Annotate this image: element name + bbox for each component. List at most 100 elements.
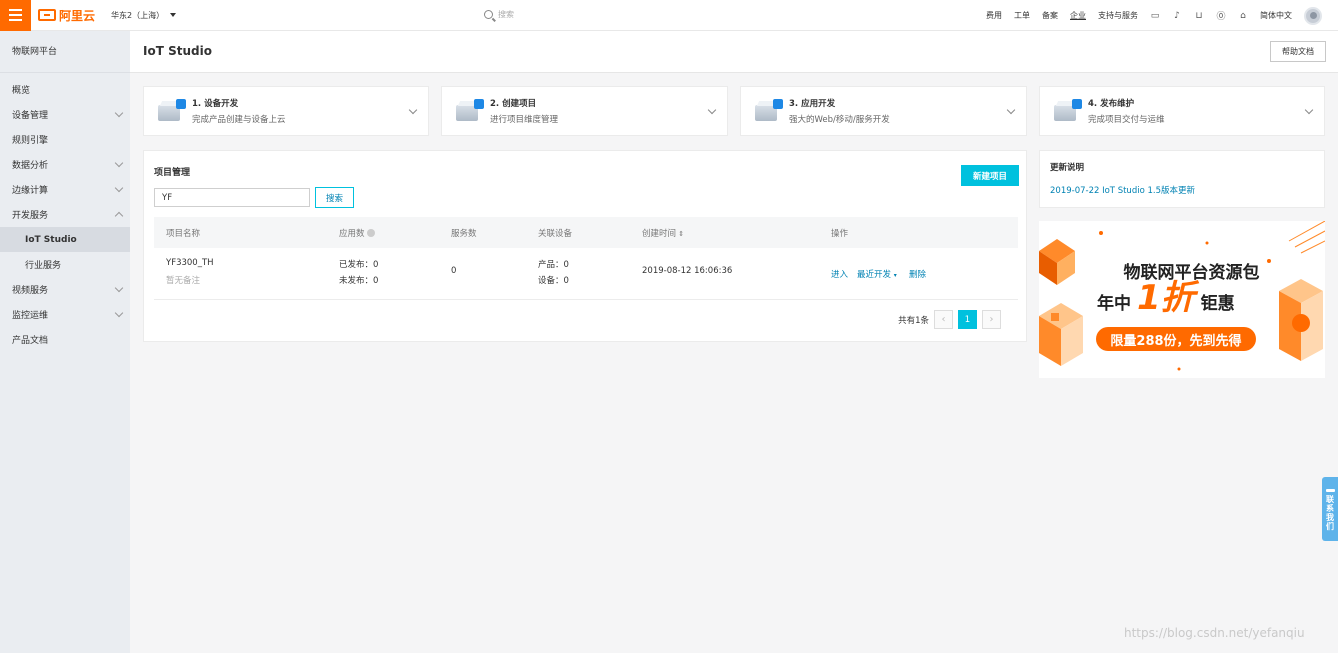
update-notes-card: 更新说明 2019-07-22 IoT Studio 1.5版本更新 [1039,150,1325,208]
project-search-input[interactable] [154,188,310,207]
terminal-icon[interactable]: ▭ [1150,11,1160,21]
chevron-down-icon [114,308,124,318]
contact-us-tab[interactable]: 联 系 我 们 [1322,477,1338,541]
contact-char: 我 [1326,513,1334,522]
recent-dev-dropdown[interactable]: 最近开发 ▾ [857,268,897,280]
step-card-publish-maintain[interactable]: 4. 发布维护 完成项目交付与运维 [1039,86,1325,136]
chevron-down-icon [114,183,124,193]
col-app-count: 应用数 [339,227,375,239]
info-icon[interactable] [366,229,375,237]
chat-icon [1325,489,1335,492]
help-docs-button[interactable]: 帮助文档 [1270,41,1326,62]
sidebar-item-edge-computing[interactable]: 边缘计算 [0,177,130,202]
chevron-down-icon [707,105,717,115]
menu-billing[interactable]: 费用 [986,10,1002,21]
project-name: YF3300_TH [166,258,214,268]
chevron-down-icon [114,283,124,293]
sidebar-item-dev-services[interactable]: 开发服务 [0,202,130,227]
col-linked-devices: 关联设备 [538,229,573,239]
sidebar-item-label: 行业服务 [25,261,62,271]
caret-down-icon: ▾ [893,272,897,279]
delete-link[interactable]: 删除 [909,268,926,280]
col-created-time-label: 创建时间 [642,229,677,239]
apps-published: 已发布：0 [339,260,379,270]
aliyun-logo[interactable]: 阿里云 [38,7,95,24]
sidebar-title: 物联网平台 [0,31,130,73]
sidebar-item-rule-engine[interactable]: 规则引擎 [0,127,130,152]
enter-link[interactable]: 进入 [831,268,848,280]
global-search-placeholder: 搜索 [498,10,514,19]
region-selector[interactable]: 华东2（上海） [111,10,177,21]
banner-pill: 限量288份，先到先得 [1096,327,1256,351]
contact-char: 联 [1326,495,1334,504]
step-desc: 完成产品创建与设备上云 [192,115,286,125]
search-icon [484,10,493,19]
sidebar-item-video-services[interactable]: 视频服务 [0,277,130,302]
logo-text: 阿里云 [59,8,96,23]
sidebar-item-label: IoT Studio [25,234,77,245]
banner-discount: 1折 [1137,278,1195,318]
sidebar-item-monitoring[interactable]: 监控运维 [0,302,130,327]
banner-prefix: 年中 [1097,294,1131,314]
step-card-device-dev[interactable]: 1. 设备开发 完成产品创建与设备上云 [143,86,429,136]
menu-icp[interactable]: 备案 [1042,10,1058,21]
top-navbar: 阿里云 华东2（上海） 搜索 费用 工单 备案 企业 支持与服务 ▭ ♪ ⊔ ⓪… [0,0,1338,31]
sort-icon: ⇕ [676,230,685,238]
step-desc: 强大的Web/移动/服务开发 [789,115,890,125]
page-header: IoT Studio 帮助文档 [130,31,1338,73]
chevron-down-icon [408,105,418,115]
promo-banner[interactable]: 物联网平台资源包 年中 1折 钜惠 限量288份，先到先得 [1039,221,1325,378]
table-row: YF3300_TH 暂无备注 已发布：0 未发布：0 0 产品：0 设备：0 2… [154,248,1018,300]
sidebar-item-product-docs[interactable]: 产品文档 [0,327,130,352]
new-project-button[interactable]: 新建项目 [961,165,1019,186]
hamburger-menu-icon[interactable] [0,0,31,31]
panel-title: 项目管理 [154,168,191,178]
recent-dev-label: 最近开发 [857,270,892,280]
linked-products: 产品：0 [538,260,569,270]
sidebar-item-label: 产品文档 [12,336,49,346]
update-title: 更新说明 [1050,163,1085,173]
step-title: 1. 设备开发 [192,99,239,109]
menu-ticket[interactable]: 工单 [1014,10,1030,21]
sidebar-item-label: 视频服务 [12,286,49,296]
project-cube-icon [454,99,484,123]
step-card-create-project[interactable]: 2. 创建项目 进行项目维度管理 [441,86,728,136]
page-number-current[interactable]: 1 [958,310,977,329]
language-switch[interactable]: 简体中文 [1260,10,1292,21]
menu-enterprise[interactable]: 企业 [1070,10,1086,21]
col-created-time[interactable]: 创建时间 ⇕ [642,227,684,239]
avatar[interactable] [1304,6,1322,25]
created-time: 2019-08-12 16:06:36 [642,266,733,276]
col-app-count-label: 应用数 [339,229,365,239]
sidebar-item-overview[interactable]: 概览 [0,77,130,102]
menu-support[interactable]: 支持与服务 [1098,10,1138,21]
sidebar-item-iot-studio[interactable]: IoT Studio [0,227,130,252]
next-page-icon[interactable]: › [982,310,1001,329]
sidebar-item-data-analysis[interactable]: 数据分析 [0,152,130,177]
home-icon[interactable]: ⌂ [1238,11,1248,21]
aliyun-logo-mark [38,9,56,21]
pagination-total: 共有1条 [898,315,929,326]
sidebar-item-label: 规则引擎 [12,136,49,146]
help-icon[interactable]: ⓪ [1216,11,1226,22]
prev-page-icon[interactable]: ‹ [934,310,953,329]
col-actions: 操作 [831,229,849,239]
publish-cube-icon [1052,99,1082,123]
chevron-up-icon [114,211,124,221]
project-search-button[interactable]: 搜索 [315,187,354,208]
sidebar-item-industry-services[interactable]: 行业服务 [0,252,130,277]
banner-subline: 年中 1折 钜惠 [1097,281,1235,315]
apps-unpublished: 未发布：0 [339,276,379,286]
update-link[interactable]: 2019-07-22 IoT Studio 1.5版本更新 [1050,184,1195,196]
cart-icon[interactable]: ⊔ [1194,11,1204,21]
sidebar-item-label: 概览 [12,86,31,96]
bell-icon[interactable]: ♪ [1172,11,1182,21]
sidebar-item-label: 数据分析 [12,161,49,171]
global-search[interactable]: 搜索 [484,9,514,20]
chevron-down-icon [1304,105,1314,115]
sidebar-item-label: 设备管理 [12,111,49,121]
step-card-app-dev[interactable]: 3. 应用开发 强大的Web/移动/服务开发 [740,86,1027,136]
linked-devices: 设备：0 [538,276,569,286]
sidebar-item-device-management[interactable]: 设备管理 [0,102,130,127]
chevron-down-icon [114,158,124,168]
